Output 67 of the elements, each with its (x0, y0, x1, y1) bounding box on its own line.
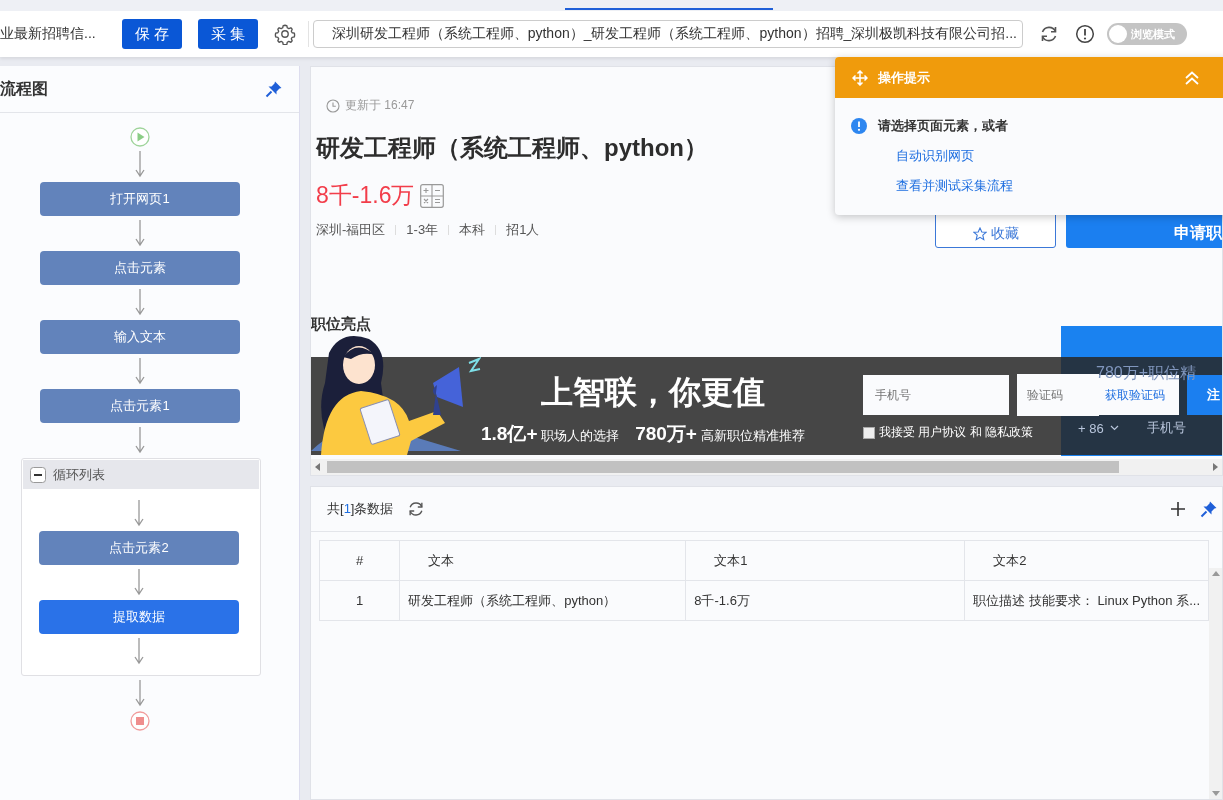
column-header[interactable]: # (319, 540, 400, 581)
arrow-connector (135, 679, 145, 707)
collapse-icon[interactable] (29, 466, 46, 483)
star-icon (972, 226, 987, 241)
arrow-connector (134, 568, 144, 596)
section-title: 职位亮点 (311, 315, 372, 334)
loop-label: 循环列表 (52, 465, 105, 484)
agreement-text: 我接受 用户协议 和 隐私政策 (879, 424, 1033, 441)
arrow-connector (134, 499, 144, 527)
column-header[interactable]: 文本2 (964, 540, 1209, 581)
popup-title: 操作提示 (878, 68, 930, 87)
tip-link[interactable]: 查看并测试采集流程 (896, 177, 1013, 195)
arrow-connector (135, 288, 145, 316)
column-header[interactable]: 文本 (399, 540, 686, 581)
pin-icon[interactable] (265, 80, 283, 98)
flow-node[interactable]: 点击元素1 (40, 389, 240, 423)
code-field[interactable]: 验证码 (1017, 374, 1099, 416)
tip-link[interactable]: 自动识别网页 (896, 147, 974, 165)
job-tag: 深圳-福田区 (316, 221, 386, 239)
toolbar-button[interactable]: 保 存 (121, 19, 182, 49)
pin-icon[interactable] (1200, 500, 1218, 518)
start-icon (130, 127, 150, 147)
toolbar-button[interactable]: 采 集 (197, 19, 258, 49)
banner-stat: 1.8亿+ 职场人的选择 (481, 422, 620, 446)
settings-icon[interactable] (273, 23, 296, 45)
table-cell: 1 (319, 580, 400, 621)
agree-checkbox[interactable] (863, 426, 875, 439)
column-header[interactable]: 文本1 (685, 540, 965, 581)
flow-node[interactable]: 打开网页1 (40, 182, 240, 216)
job-tag: 1-3年 (406, 221, 439, 239)
arrow-connector (135, 357, 145, 385)
flow-node[interactable]: 提取数据 (39, 600, 239, 634)
clock-icon (326, 98, 340, 113)
url-field[interactable]: 深圳研发工程师（系统工程师、python）_研发工程师（系统工程师、python）招聘_深圳极凯科技有限公司招... (312, 20, 1023, 48)
info-icon (851, 118, 867, 134)
phone-field[interactable]: 手机号 (863, 375, 1009, 415)
record-count: 共[1]条数据 (327, 500, 394, 518)
job-title: 研发工程师（系统工程师、python） (316, 133, 708, 163)
calculator-icon[interactable] (420, 183, 445, 208)
arrow-connector (135, 150, 145, 178)
banner-headline: 上智联，你更值 (541, 373, 766, 412)
phone-field[interactable]: 手机号 (1146, 419, 1186, 437)
arrow-connector (135, 219, 145, 247)
arrow-connector (135, 426, 145, 454)
loop-header[interactable]: 循环列表 (22, 460, 259, 489)
tip-message: 请选择页面元素，或者 (878, 117, 1008, 135)
salary-text: 8千-1.6万 (316, 181, 415, 210)
table-cell: 职位描述 技能要求： Linux Python 系... (964, 580, 1209, 621)
flow-node[interactable]: 点击元素 (40, 251, 240, 285)
banner-stat: 780万+ 高新职位精准推荐 (635, 422, 805, 446)
horizontal-scrollbar[interactable] (311, 459, 1222, 475)
caret-icon[interactable] (1109, 425, 1119, 431)
page-title: 业最新招聘信... (0, 25, 96, 43)
flow-node[interactable]: 输入文本 (40, 320, 240, 354)
country-code-select[interactable]: + 86 (1078, 420, 1104, 436)
update-time: 更新于 16:47 (345, 97, 415, 114)
job-tag: 本科 (459, 221, 486, 239)
refresh-icon[interactable] (407, 500, 426, 518)
stop-icon (130, 711, 150, 731)
table-cell: 研发工程师（系统工程师、python） (399, 580, 686, 621)
arrow-connector (134, 637, 144, 665)
table-cell: 8千-1.6万 (685, 580, 965, 621)
add-icon[interactable] (1170, 501, 1186, 517)
flow-node[interactable]: 点击元素2 (39, 531, 239, 565)
panel-title: 流程图 (0, 78, 48, 99)
job-tag: 招1人 (506, 221, 540, 239)
info-icon[interactable] (1074, 24, 1095, 44)
